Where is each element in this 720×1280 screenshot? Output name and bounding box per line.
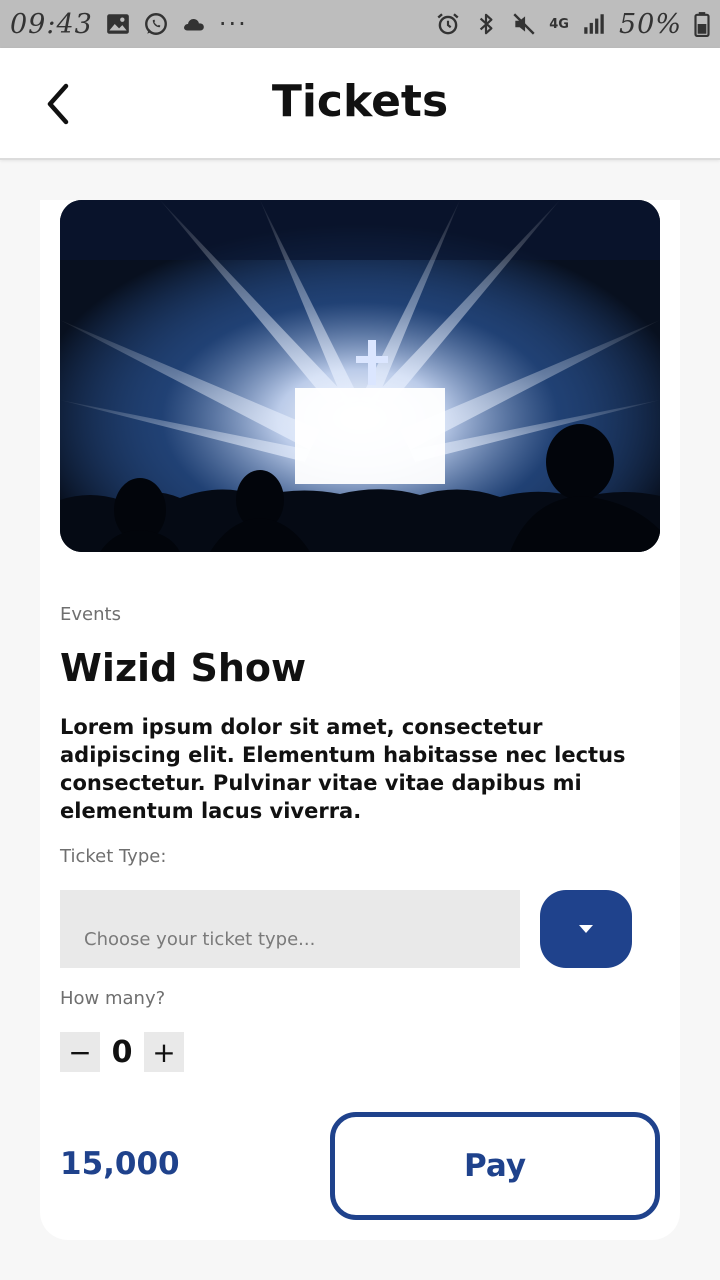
status-bar-right: 4G 50% bbox=[435, 9, 710, 40]
pay-button-label: Pay bbox=[463, 1148, 527, 1184]
quantity-value: 0 bbox=[111, 1034, 133, 1070]
network-type-indicator: 4G bbox=[549, 16, 569, 32]
caret-down-icon bbox=[579, 925, 593, 933]
alarm-icon bbox=[435, 11, 461, 37]
bluetooth-icon bbox=[473, 11, 499, 37]
ticket-type-select[interactable]: Choose your ticket type... bbox=[60, 890, 520, 968]
event-image bbox=[60, 200, 660, 552]
quantity-label: How many? bbox=[60, 988, 166, 1009]
battery-percentage: 50% bbox=[618, 8, 682, 40]
ticket-type-label: Ticket Type: bbox=[60, 846, 167, 867]
mute-icon bbox=[511, 11, 537, 37]
pay-button[interactable]: Pay bbox=[330, 1112, 660, 1220]
ticket-price: 15,000 bbox=[60, 1146, 180, 1182]
battery-icon bbox=[694, 11, 710, 37]
quantity-increment-button[interactable]: + bbox=[144, 1032, 184, 1072]
status-bar-left: 09:43 ··· bbox=[10, 9, 248, 40]
status-time: 09:43 bbox=[10, 8, 93, 40]
signal-icon bbox=[581, 11, 607, 37]
ticket-type-dropdown-button[interactable] bbox=[540, 890, 632, 968]
quantity-decrement-button[interactable]: − bbox=[60, 1032, 100, 1072]
gallery-icon bbox=[105, 11, 131, 37]
event-title: Wizid Show bbox=[60, 646, 307, 690]
more-notifications-indicator: ··· bbox=[218, 10, 248, 38]
event-description: Lorem ipsum dolor sit amet, consectetur … bbox=[60, 715, 626, 823]
event-category: Events bbox=[60, 604, 121, 625]
app-bar: Tickets bbox=[0, 48, 720, 160]
whatsapp-icon bbox=[143, 11, 169, 37]
event-card: Events Wizid Show Lorem ipsum dolor sit … bbox=[40, 200, 680, 1240]
cloud-icon bbox=[181, 11, 207, 37]
status-bar: 09:43 ··· 4G 50% bbox=[0, 0, 720, 48]
ticket-type-placeholder: Choose your ticket type... bbox=[84, 929, 316, 950]
page-title: Tickets bbox=[271, 76, 449, 127]
